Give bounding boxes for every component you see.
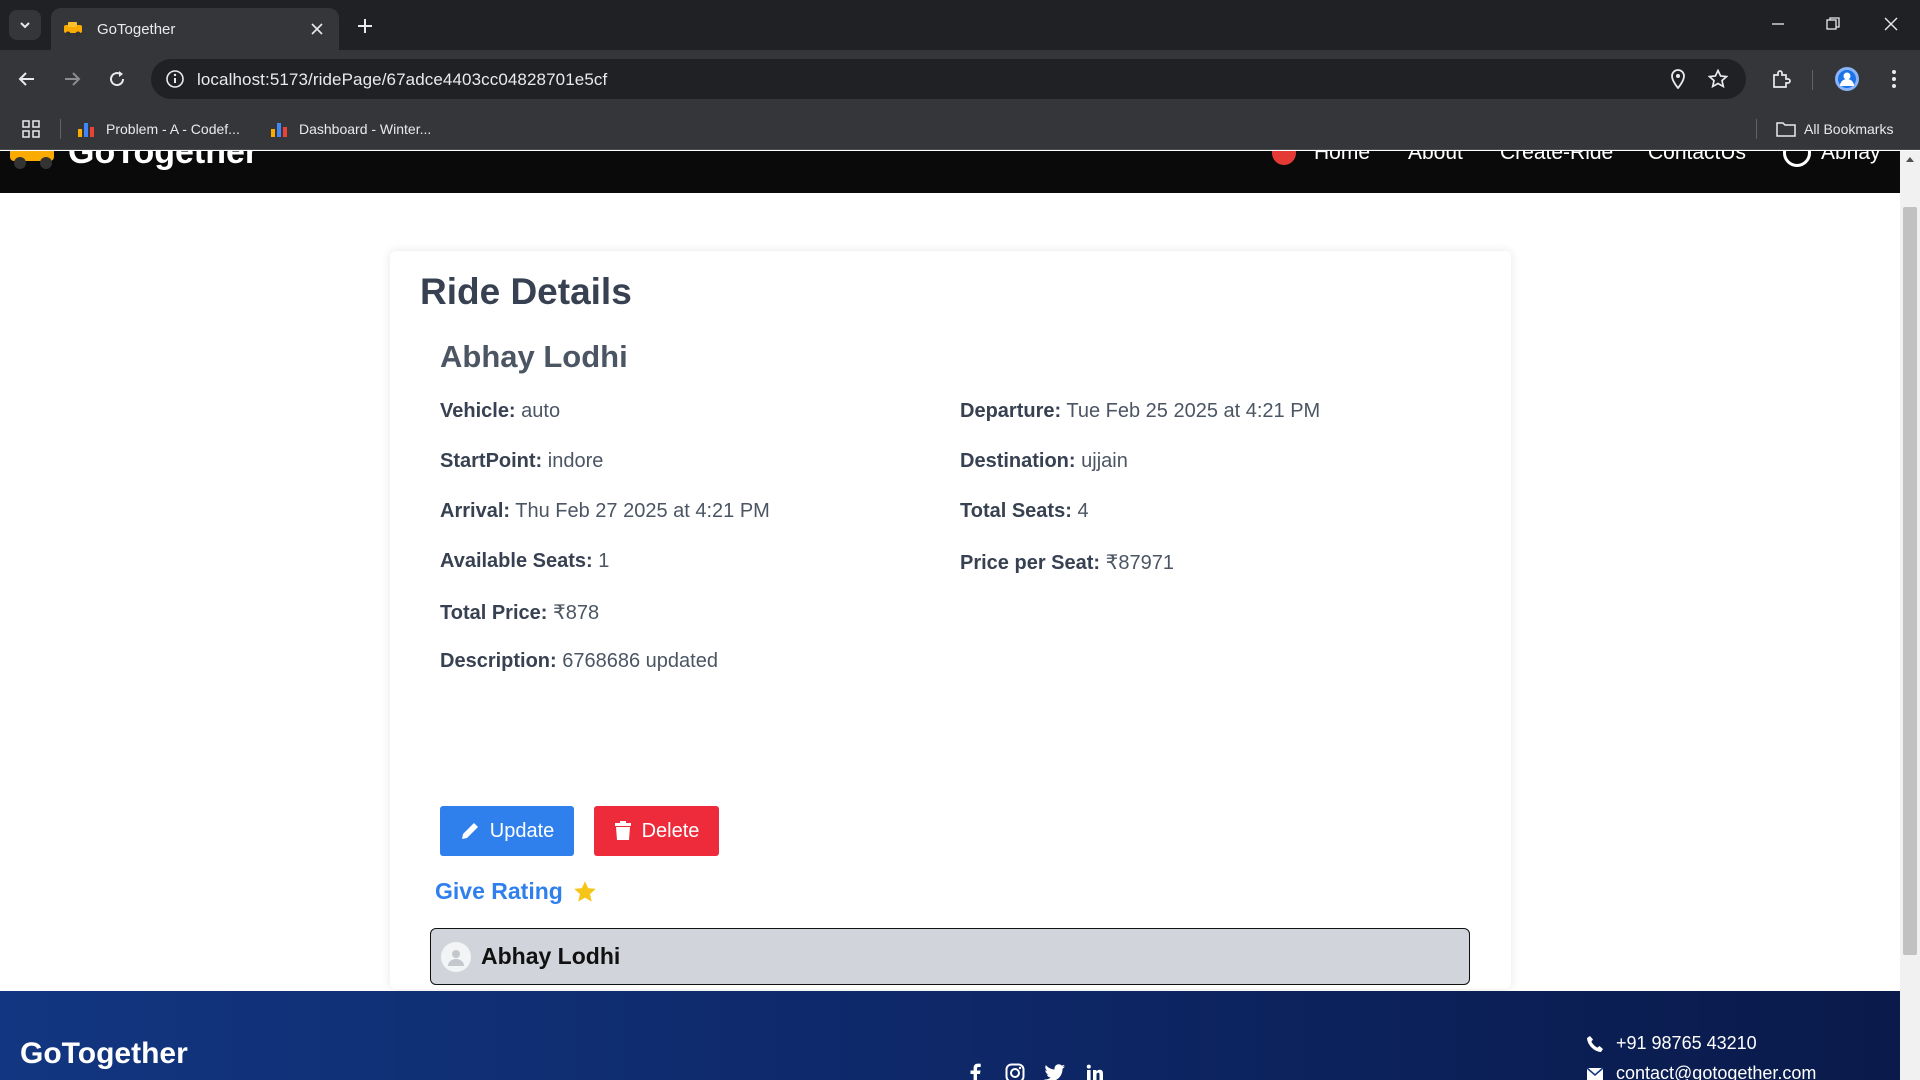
folder-icon xyxy=(1776,122,1796,137)
facebook-icon[interactable] xyxy=(963,1061,987,1080)
footer-brand: GoTogether xyxy=(20,1037,188,1070)
ride-details-card: Ride Details Abhay Lodhi Vehicle: auto D… xyxy=(390,251,1511,1052)
envelope-icon xyxy=(1586,1066,1604,1080)
nav-link-create-ride[interactable]: Create-Ride xyxy=(1500,151,1613,165)
give-rating-label: Give Rating xyxy=(435,878,563,904)
close-tab-icon[interactable] xyxy=(307,19,327,39)
auto-rickshaw-logo-icon xyxy=(6,151,62,171)
location-pin-icon[interactable] xyxy=(1666,67,1690,91)
browser-tab-strip: GoTogether xyxy=(0,0,1920,50)
profile-avatar-icon[interactable] xyxy=(1831,63,1863,95)
phone-number: +91 98765 43210 xyxy=(1616,1033,1757,1053)
url-text: localhost:5173/ridePage/67adce4403cc0482… xyxy=(197,70,608,89)
total-price-field: Total Price: ₹878 xyxy=(440,602,600,624)
nav-link-about[interactable]: About xyxy=(1408,151,1463,165)
departure-field: Departure: Tue Feb 25 2025 at 4:21 PM xyxy=(960,400,1321,422)
minimize-icon[interactable] xyxy=(1755,8,1801,40)
close-window-icon[interactable] xyxy=(1868,8,1914,40)
vehicle-field: Vehicle: auto xyxy=(440,400,561,422)
extensions-puzzle-icon[interactable] xyxy=(1765,63,1797,95)
reload-icon[interactable] xyxy=(101,63,133,95)
give-rating-heading: Give Rating xyxy=(435,878,597,905)
page-title: Ride Details xyxy=(420,271,632,312)
chevron-down-icon xyxy=(20,22,30,29)
toolbar-divider xyxy=(1812,70,1813,90)
bookmarks-divider xyxy=(60,119,61,139)
linkedin-icon[interactable] xyxy=(1083,1061,1107,1080)
all-bookmarks-button[interactable]: All Bookmarks xyxy=(1776,118,1893,140)
user-avatar-icon xyxy=(441,941,471,972)
destination-field: Destination: ujjain xyxy=(960,450,1128,472)
passenger-name: Abhay Lodhi xyxy=(481,943,621,969)
user-circle-icon[interactable] xyxy=(1783,151,1811,167)
bookmark-star-icon[interactable] xyxy=(1706,67,1730,91)
update-button[interactable]: Update xyxy=(440,806,574,856)
site-footer: GoTogether +91 98765 43210 contact@gotog… xyxy=(0,991,1900,1080)
car-favicon-icon xyxy=(63,20,85,38)
bookmark-label: Dashboard - Winter... xyxy=(299,121,432,137)
scroll-up-arrow-icon[interactable] xyxy=(1904,153,1916,165)
codeforces-favicon-icon xyxy=(78,121,96,137)
delete-label: Delete xyxy=(641,819,700,842)
brand-link[interactable]: GoTogether xyxy=(6,151,258,172)
twitter-icon[interactable] xyxy=(1043,1061,1067,1080)
contact-email: contact@gotogether.com xyxy=(1586,1063,1816,1080)
startpoint-field: StartPoint: indore xyxy=(440,450,604,472)
email-address: contact@gotogether.com xyxy=(1616,1063,1817,1080)
bookmarks-bar: Problem - A - Codef... Dashboard - Winte… xyxy=(0,108,1920,150)
tab-title: GoTogether xyxy=(97,20,176,38)
contact-phone: +91 98765 43210 xyxy=(1586,1033,1757,1054)
more-menu-icon[interactable] xyxy=(1878,63,1910,95)
arrival-field: Arrival: Thu Feb 27 2025 at 4:21 PM xyxy=(440,500,770,522)
passenger-rating-row[interactable]: Abhay Lodhi xyxy=(430,928,1470,985)
trash-icon xyxy=(614,821,631,840)
page-scrollbar[interactable] xyxy=(1900,151,1920,1080)
instagram-icon[interactable] xyxy=(1003,1061,1027,1080)
home-icon xyxy=(1272,151,1296,165)
nav-link-home[interactable]: Home xyxy=(1314,151,1370,165)
back-arrow-icon[interactable] xyxy=(11,63,43,95)
description-field: Description: 6768686 updated xyxy=(440,650,718,672)
bookmark-codeforces[interactable]: Problem - A - Codef... xyxy=(78,118,240,140)
page-viewport: GoTogether Home About Create-Ride Contac… xyxy=(0,151,1920,1080)
restore-icon[interactable] xyxy=(1810,8,1856,40)
bookmark-label: Problem - A - Codef... xyxy=(106,121,240,137)
scrollbar-thumb[interactable] xyxy=(1903,207,1917,955)
update-label: Update xyxy=(489,819,555,842)
site-info-icon[interactable] xyxy=(163,67,187,91)
star-icon xyxy=(574,880,596,902)
site-navbar: GoTogether Home About Create-Ride Contac… xyxy=(0,151,1900,193)
phone-icon xyxy=(1587,1035,1603,1052)
dashboard-favicon-icon xyxy=(271,121,289,137)
pencil-icon xyxy=(461,823,478,839)
all-bookmarks-label: All Bookmarks xyxy=(1804,121,1894,137)
brand-name: GoTogether xyxy=(68,151,259,171)
bookmark-dashboard[interactable]: Dashboard - Winter... xyxy=(271,118,431,140)
available-seats-field: Available Seats: 1 xyxy=(440,550,610,572)
driver-name: Abhay Lodhi xyxy=(440,339,628,374)
nav-link-contactus[interactable]: ContactUs xyxy=(1648,151,1746,165)
browser-toolbar: localhost:5173/ridePage/67adce4403cc0482… xyxy=(0,50,1920,108)
new-tab-plus-icon[interactable] xyxy=(350,12,380,40)
total-seats-field: Total Seats: 4 xyxy=(960,500,1089,522)
apps-grid-icon[interactable] xyxy=(22,118,40,140)
nav-user-name[interactable]: Abhay xyxy=(1821,151,1881,165)
address-bar[interactable]: localhost:5173/ridePage/67adce4403cc0482… xyxy=(151,59,1746,99)
forward-arrow-icon[interactable] xyxy=(56,63,88,95)
browser-tab-active[interactable]: GoTogether xyxy=(51,8,339,50)
bookmarks-divider xyxy=(1756,119,1757,139)
tab-search-button[interactable] xyxy=(9,10,41,40)
price-per-seat-field: Price per Seat: ₹87971 xyxy=(960,552,1174,574)
delete-button[interactable]: Delete xyxy=(594,806,719,856)
